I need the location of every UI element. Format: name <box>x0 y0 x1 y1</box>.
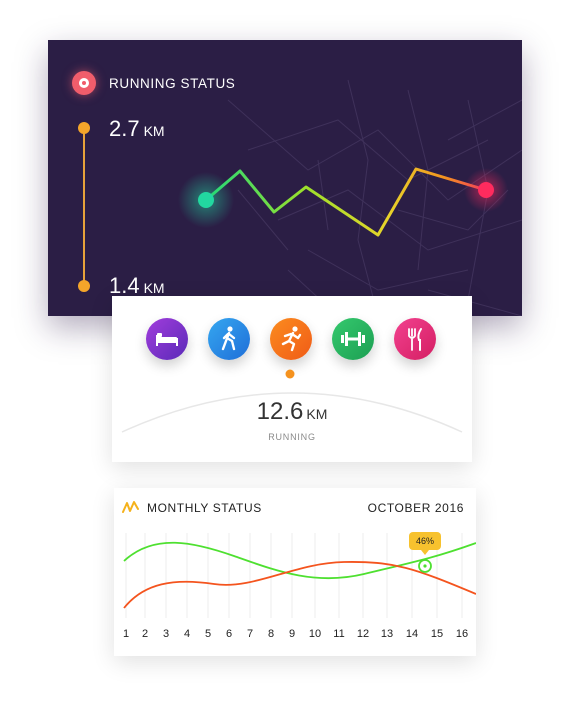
percent-badge: 46% <box>409 532 441 555</box>
running-distance-value: 12.6 <box>256 398 304 425</box>
progress-dot-top <box>78 122 90 134</box>
run-icon[interactable] <box>270 318 312 360</box>
running-label: RUNNING <box>268 432 316 442</box>
progress-line <box>83 128 85 286</box>
progress-dot-bottom <box>78 280 90 292</box>
day-label: 3 <box>162 628 170 640</box>
day-label: 6 <box>225 628 233 640</box>
route-end-point <box>478 182 494 198</box>
day-label: 15 <box>430 628 444 640</box>
status-icon <box>72 71 96 95</box>
day-label: 5 <box>204 628 212 640</box>
monthly-status-title: MONTHLY STATUS <box>147 501 262 515</box>
running-status-card: RUNNING STATUS 2.7 KM 1.4 KM <box>48 40 522 316</box>
distance-top-unit: KM <box>143 123 165 139</box>
distance-bottom-unit: KM <box>143 280 165 296</box>
highlight-point-center <box>423 564 427 568</box>
route-start-point <box>198 192 214 208</box>
walk-icon[interactable] <box>208 318 250 360</box>
day-label: 7 <box>246 628 254 640</box>
day-label: 13 <box>380 628 394 640</box>
day-label: 2 <box>141 628 149 640</box>
day-label: 9 <box>288 628 296 640</box>
month-label: OCTOBER 2016 <box>367 501 464 515</box>
day-label: 4 <box>183 628 191 640</box>
day-label: 1 <box>122 628 130 640</box>
day-label: 16 <box>455 628 469 640</box>
distance-top-value: 2.7 <box>109 116 140 141</box>
day-label: 8 <box>267 628 275 640</box>
day-label: 14 <box>405 628 419 640</box>
activity-pulse-icon <box>122 501 139 513</box>
sleep-icon[interactable] <box>146 318 188 360</box>
running-distance-unit: KM <box>306 406 328 422</box>
food-icon[interactable] <box>394 318 436 360</box>
running-status-title: RUNNING STATUS <box>109 76 236 91</box>
day-label: 11 <box>333 628 345 640</box>
distance-bottom-value: 1.4 <box>109 273 140 298</box>
fitness-icon[interactable] <box>332 318 374 360</box>
day-label: 10 <box>308 628 322 640</box>
arc-marker <box>285 369 295 379</box>
monthly-status-card: MONTHLY STATUS OCTOBER 2016 46% 12 3 4 5 6 7 8… <box>114 488 476 656</box>
activity-card: 12.6 KM RUNNING <box>112 296 472 462</box>
day-label: 12 <box>356 628 370 640</box>
distance-top: 2.7 KM <box>109 116 165 142</box>
running-distance: 12.6 KM <box>112 398 472 426</box>
